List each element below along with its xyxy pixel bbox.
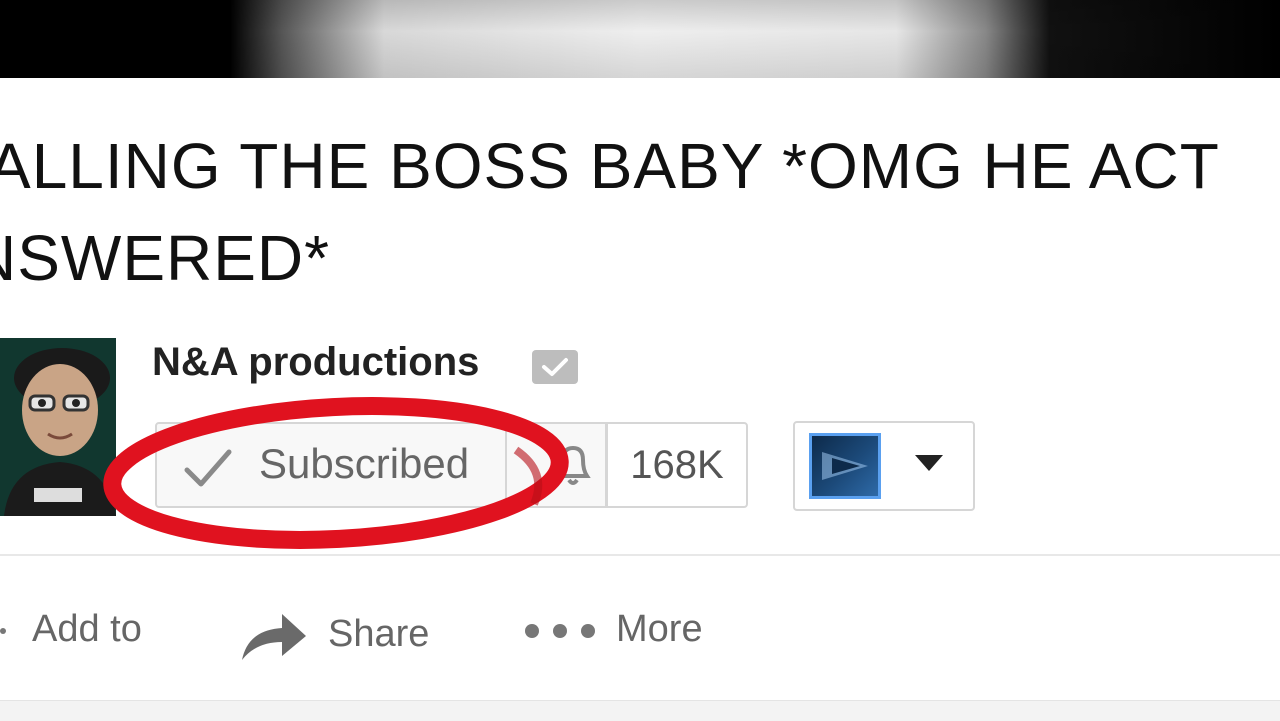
channel-thumbnail-icon <box>809 433 881 499</box>
more-label: More <box>616 608 703 650</box>
dropdown-caret-icon[interactable] <box>915 455 943 471</box>
account-switch-button[interactable] <box>793 421 975 511</box>
subscriber-count: 168K <box>606 422 748 508</box>
share-arrow-icon <box>242 614 306 660</box>
video-title-line-1: ALLING THE BOSS BABY *OMG HE ACT <box>0 130 1220 202</box>
share-label: Share <box>328 613 430 656</box>
bottom-edge <box>0 700 1280 721</box>
more-dots-icon <box>525 623 595 638</box>
channel-name[interactable]: N&A productions <box>152 340 479 385</box>
section-divider <box>0 554 1280 556</box>
share-button[interactable]: Share <box>238 608 429 664</box>
channel-avatar[interactable] <box>0 338 116 516</box>
video-player-edge[interactable] <box>0 0 1280 78</box>
video-title-line-2: NSWERED* <box>0 222 331 294</box>
add-to-button[interactable]: Add to <box>0 608 142 651</box>
verified-check-icon <box>532 350 578 384</box>
notification-bell-icon <box>555 445 591 485</box>
add-to-playlist-icon <box>0 627 6 634</box>
add-to-label: Add to <box>32 608 142 650</box>
more-button[interactable]: More <box>524 608 703 651</box>
subscribed-label: Subscribed <box>259 440 470 487</box>
checkmark-icon <box>184 449 232 487</box>
subscribed-button[interactable]: Subscribed <box>155 422 507 508</box>
notification-bell-button[interactable] <box>507 422 607 508</box>
video-title: ALLING THE BOSS BABY *OMG HE ACT NSWERED… <box>0 120 1280 304</box>
person-avatar-icon <box>0 338 116 516</box>
